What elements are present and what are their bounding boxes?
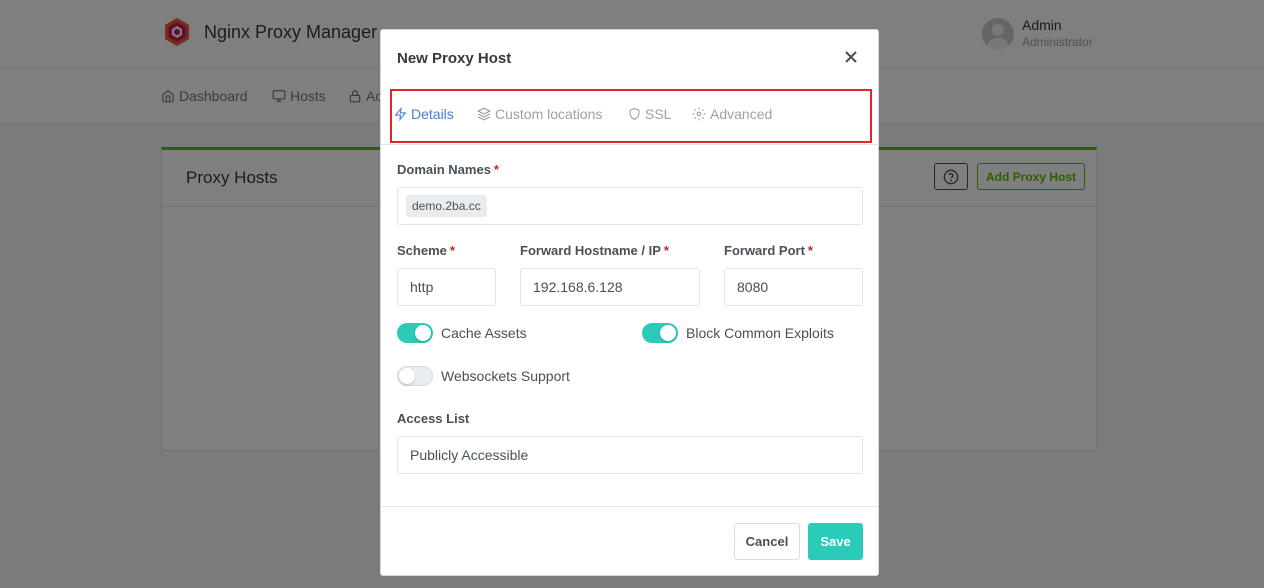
forward-hostname-input[interactable]: 192.168.6.128 bbox=[520, 268, 700, 306]
scheme-label: Scheme * bbox=[397, 243, 455, 258]
scheme-label-text: Scheme bbox=[397, 243, 447, 258]
modal-header: New Proxy Host bbox=[381, 30, 878, 87]
modal-title: New Proxy Host bbox=[397, 50, 512, 67]
access-list-label: Access List bbox=[397, 411, 470, 426]
scheme-select[interactable]: http bbox=[397, 268, 496, 306]
modal-footer-divider bbox=[381, 506, 878, 507]
required-mark: * bbox=[663, 243, 669, 258]
toggle-knob bbox=[660, 325, 676, 341]
tab-advanced[interactable]: Advanced bbox=[692, 106, 772, 122]
close-button[interactable] bbox=[842, 48, 860, 66]
shield-icon bbox=[629, 108, 640, 121]
block-exploits-toggle[interactable] bbox=[642, 323, 678, 343]
gear-icon bbox=[692, 107, 706, 121]
tab-label: Details bbox=[411, 106, 454, 122]
forward-port-label-text: Forward Port bbox=[724, 243, 805, 258]
domain-chip[interactable]: demo.2ba.cc bbox=[406, 195, 487, 217]
new-proxy-host-modal: New Proxy Host Details Custom locations … bbox=[380, 29, 879, 576]
toggle-knob bbox=[399, 368, 415, 384]
forward-port-input[interactable]: 8080 bbox=[724, 268, 863, 306]
forward-port-label: Forward Port * bbox=[724, 243, 813, 258]
cache-assets-label: Cache Assets bbox=[441, 325, 527, 341]
toggle-knob bbox=[415, 325, 431, 341]
cache-assets-toggle[interactable] bbox=[397, 323, 433, 343]
websockets-label: Websockets Support bbox=[441, 368, 570, 384]
cancel-button[interactable]: Cancel bbox=[734, 523, 800, 560]
required-mark: * bbox=[807, 243, 813, 258]
tab-label: SSL bbox=[645, 106, 672, 122]
tab-label: Advanced bbox=[710, 106, 773, 122]
tab-label: Custom locations bbox=[495, 106, 603, 122]
tab-custom-locations[interactable]: Custom locations bbox=[477, 106, 602, 122]
forward-hostname-label: Forward Hostname / IP * bbox=[520, 243, 669, 258]
domain-names-label-text: Domain Names bbox=[397, 162, 491, 177]
block-exploits-label: Block Common Exploits bbox=[686, 325, 834, 341]
forward-hostname-label-text: Forward Hostname / IP bbox=[520, 243, 661, 258]
domain-names-input[interactable]: demo.2ba.cc bbox=[397, 187, 863, 225]
tabs-divider bbox=[381, 144, 878, 145]
domain-names-label: Domain Names * bbox=[397, 162, 499, 177]
websockets-toggle[interactable] bbox=[397, 366, 433, 386]
tab-details[interactable]: Details bbox=[394, 106, 454, 122]
cache-assets-row: Cache Assets bbox=[397, 323, 527, 343]
close-icon bbox=[845, 51, 857, 63]
required-mark: * bbox=[449, 243, 455, 258]
layers-icon bbox=[477, 107, 491, 121]
access-list-select[interactable]: Publicly Accessible bbox=[397, 436, 863, 474]
tab-ssl[interactable]: SSL bbox=[628, 106, 671, 122]
required-mark: * bbox=[493, 162, 499, 177]
zap-icon bbox=[394, 107, 407, 121]
save-button[interactable]: Save bbox=[808, 523, 863, 560]
block-exploits-row: Block Common Exploits bbox=[642, 323, 834, 343]
websockets-row: Websockets Support bbox=[397, 366, 570, 386]
